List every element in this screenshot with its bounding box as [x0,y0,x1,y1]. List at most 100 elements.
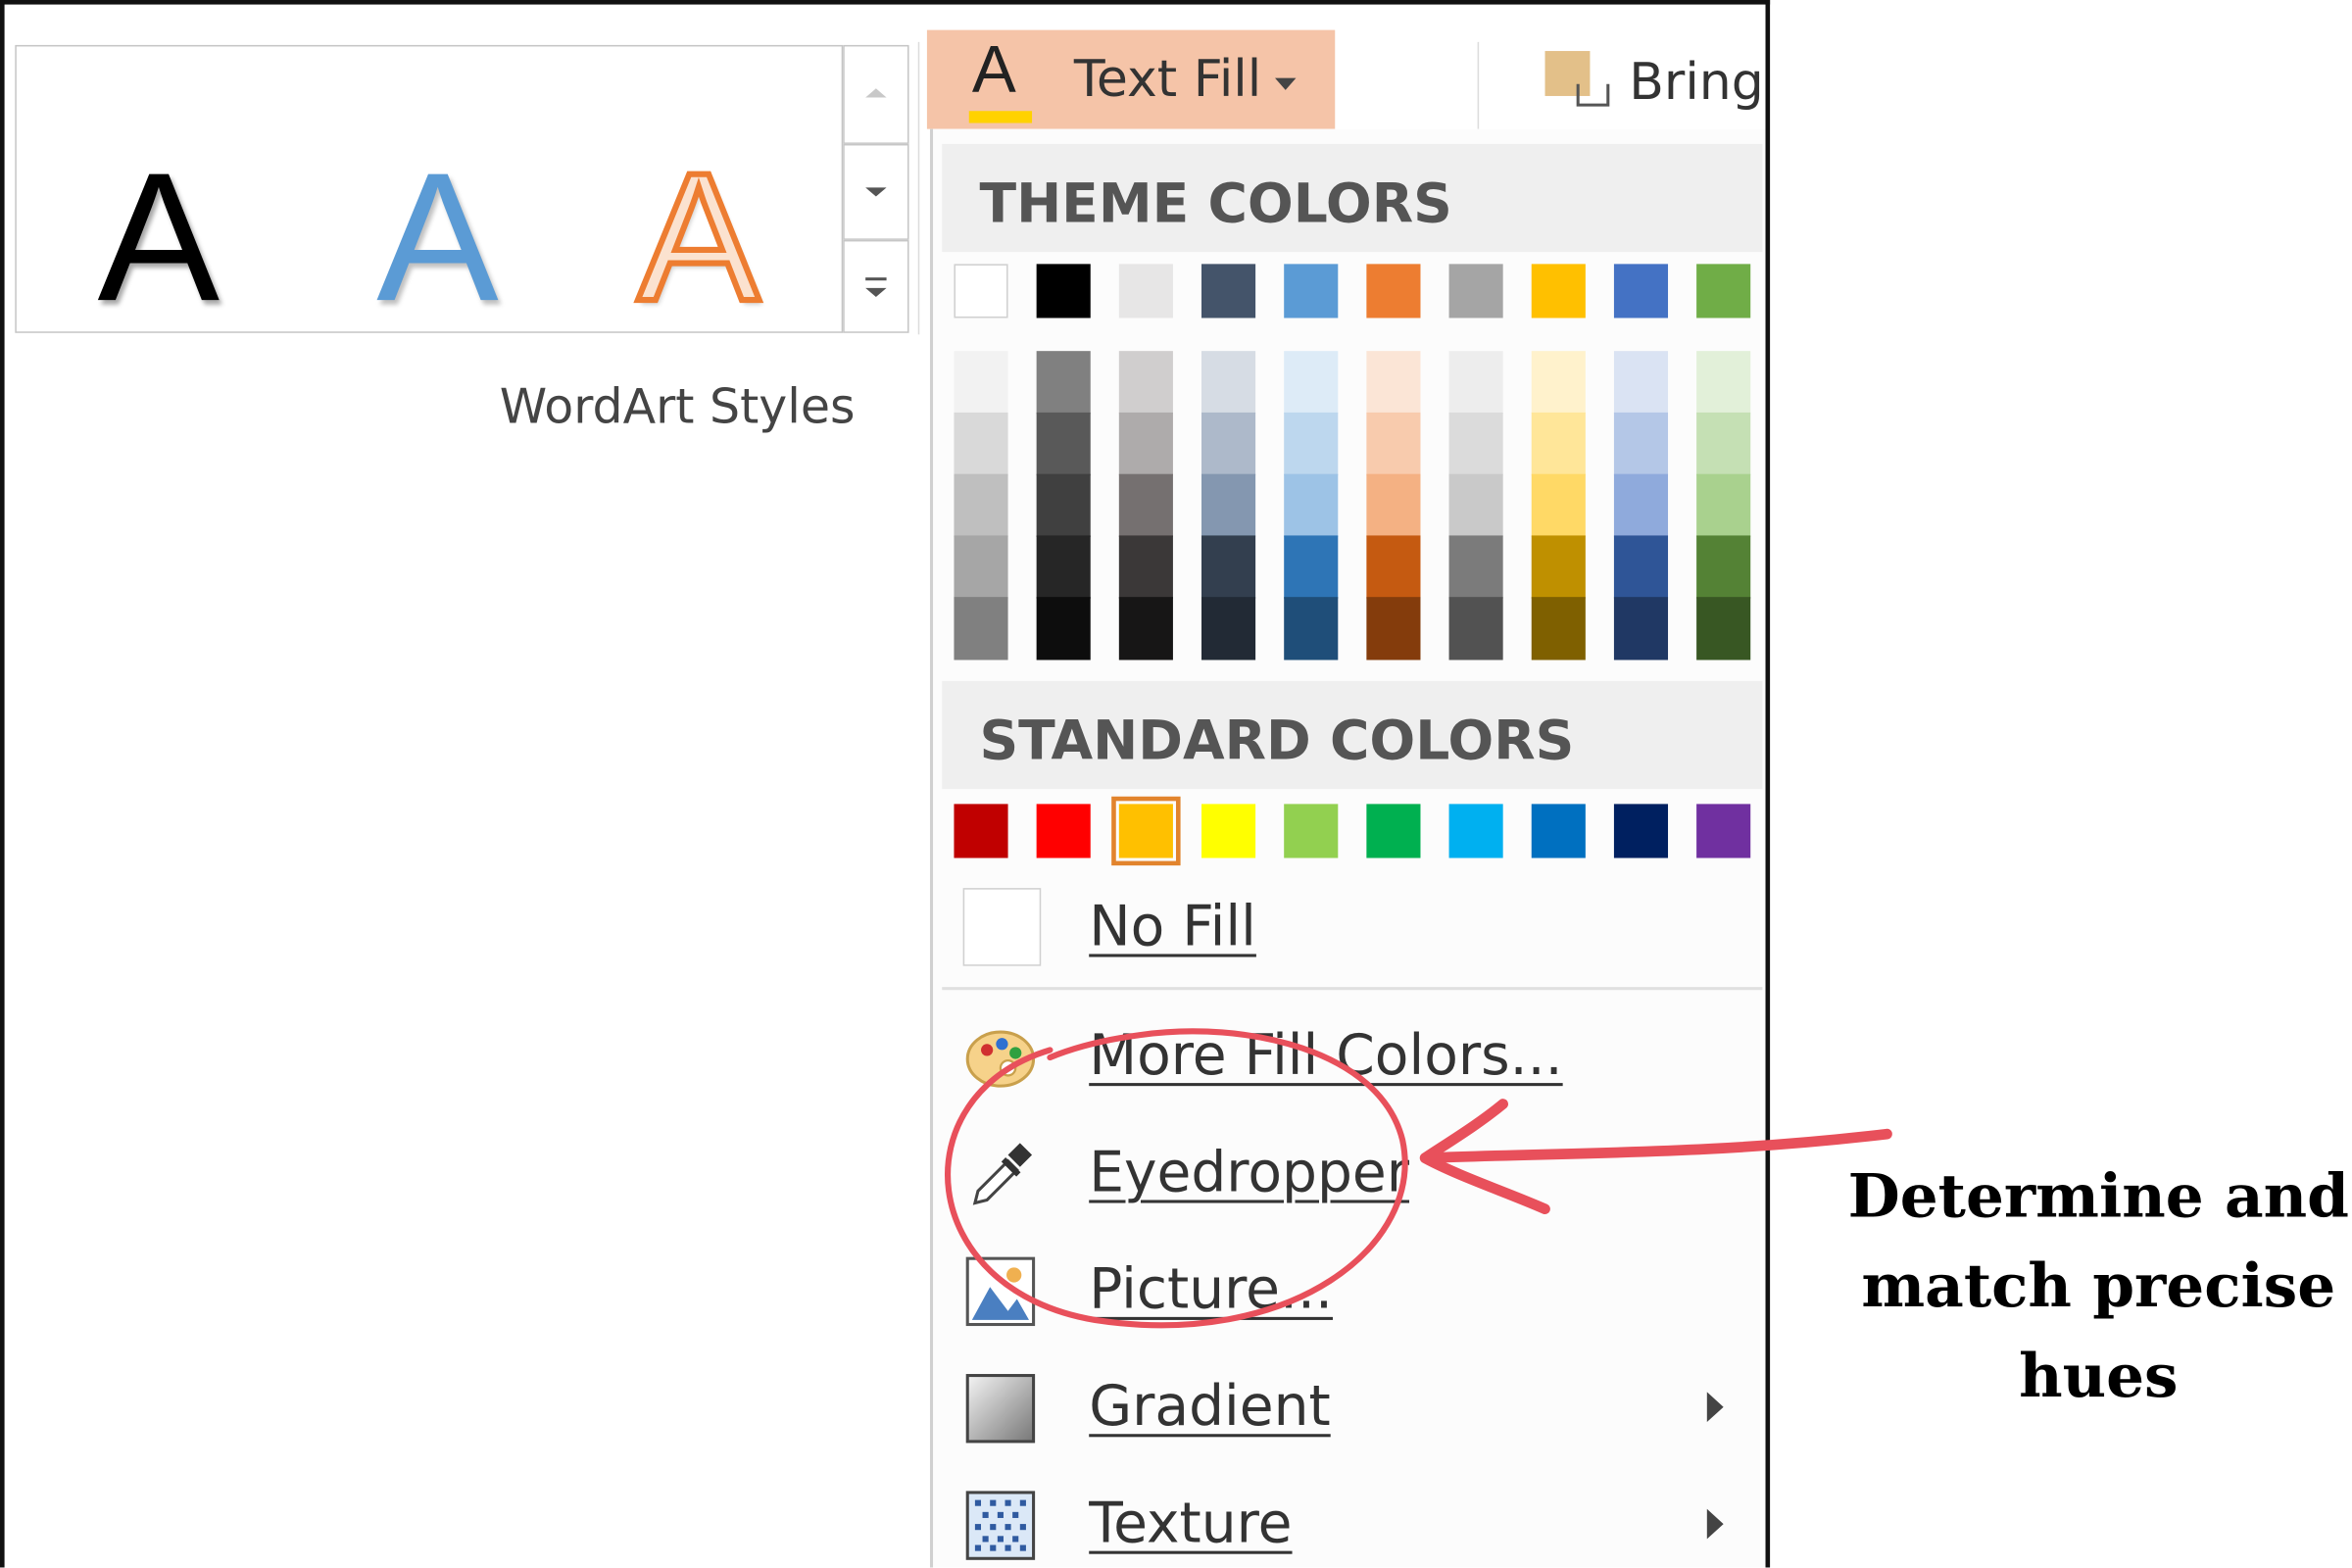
theme-shade-swatch[interactable] [1201,535,1256,599]
theme-color-swatch[interactable] [1201,264,1256,318]
texture-item[interactable]: Texture [942,1470,1762,1567]
standard-color-swatch[interactable] [954,804,1008,858]
theme-shade-swatch[interactable] [1696,351,1751,415]
wordart-gallery[interactable]: A A A [15,44,844,333]
theme-color-swatch[interactable] [1284,264,1339,318]
theme-shade-swatch[interactable] [1448,351,1503,415]
text-fill-button[interactable]: A Text Fill [926,29,1336,129]
theme-shade-swatch[interactable] [1613,535,1669,599]
theme-shade-swatch[interactable] [1201,412,1256,476]
menu-divider [942,987,1763,991]
standard-color-swatch[interactable] [1531,804,1586,858]
theme-color-swatch[interactable] [1613,264,1669,318]
theme-shade-swatch[interactable] [1118,597,1173,661]
theme-shade-swatch[interactable] [1366,412,1421,476]
theme-color-swatch[interactable] [1696,264,1751,318]
theme-shade-swatch[interactable] [1696,597,1751,661]
standard-color-swatch[interactable] [1201,804,1256,858]
theme-shade-swatch[interactable] [954,351,1008,415]
theme-shade-swatch[interactable] [1696,535,1751,599]
theme-color-swatch[interactable] [1118,264,1173,318]
theme-shade-swatch[interactable] [1531,412,1586,476]
theme-shade-swatch[interactable] [1366,351,1421,415]
theme-shade-swatch[interactable] [1448,535,1503,599]
theme-shade-swatch[interactable] [1613,412,1669,476]
no-fill-item[interactable]: No Fill [942,876,1762,984]
theme-color-swatch[interactable] [954,264,1008,318]
theme-shade-swatch[interactable] [1613,351,1669,415]
dropdown-caret-icon [1275,77,1297,90]
ribbon-divider [1477,41,1480,129]
standard-color-swatch[interactable] [1696,804,1751,858]
theme-shade-swatch[interactable] [954,412,1008,476]
theme-shade-swatch[interactable] [1118,412,1173,476]
picture-item[interactable]: Picture... [942,1236,1762,1344]
theme-shade-swatch[interactable] [1118,473,1173,537]
theme-shade-swatch[interactable] [1284,597,1339,661]
standard-color-swatch[interactable] [1111,796,1181,866]
theme-shade-swatch[interactable] [1118,535,1173,599]
theme-shade-swatch[interactable] [954,473,1008,537]
theme-shade-swatch[interactable] [1201,597,1256,661]
standard-color-swatch[interactable] [1284,804,1339,858]
theme-color-swatch[interactable] [1531,264,1586,318]
theme-shade-swatch[interactable] [1201,351,1256,415]
theme-shade-swatch[interactable] [1366,535,1421,599]
gallery-more-button[interactable] [843,239,909,333]
gradient-icon [965,1374,1036,1444]
standard-colors-header: STANDARD COLORS [942,680,1763,790]
theme-shade-swatch[interactable] [1284,535,1339,599]
theme-shade-swatch[interactable] [1036,351,1091,415]
theme-shade-swatch[interactable] [1366,597,1421,661]
wordart-style-blue[interactable]: A [376,145,499,328]
theme-shade-swatch[interactable] [1531,535,1586,599]
gallery-scroll-up-button[interactable] [843,44,909,144]
theme-shade-swatch[interactable] [1284,412,1339,476]
expand-more-icon [865,277,887,298]
theme-shade-swatch[interactable] [1284,473,1339,537]
theme-shade-swatch[interactable] [1036,412,1091,476]
theme-shade-swatch[interactable] [1696,412,1751,476]
theme-shade-swatch[interactable] [1448,597,1503,661]
submenu-arrow-icon [1706,1392,1724,1423]
picture-label: Picture... [1089,1256,1333,1322]
wordart-style-black[interactable]: A [97,145,220,328]
theme-shade-swatch[interactable] [1531,351,1586,415]
theme-color-swatch[interactable] [1366,264,1421,318]
theme-color-swatch[interactable] [1036,264,1091,318]
more-fill-colors-item[interactable]: More Fill Colors... [942,1002,1762,1109]
standard-color-swatch[interactable] [1613,804,1669,858]
theme-shade-swatch[interactable] [1118,351,1173,415]
theme-colors-header: THEME COLORS [942,143,1763,253]
palette-icon [965,1030,1036,1088]
theme-shade-swatch[interactable] [954,597,1008,661]
group-divider [917,41,920,335]
frame-border-top [0,0,1771,5]
theme-color-swatch[interactable] [1448,264,1503,318]
theme-shade-swatch[interactable] [1448,473,1503,537]
theme-shade-swatch[interactable] [1366,473,1421,537]
theme-shade-swatch[interactable] [1613,597,1669,661]
text-fill-color-bar [968,111,1033,123]
theme-shade-swatch[interactable] [1036,597,1091,661]
theme-shade-swatch[interactable] [1201,473,1256,537]
theme-shade-swatch[interactable] [1613,473,1669,537]
theme-shade-swatch[interactable] [954,535,1008,599]
theme-shade-swatch[interactable] [1531,597,1586,661]
theme-shade-swatch[interactable] [1448,412,1503,476]
standard-color-swatch[interactable] [1036,804,1091,858]
picture-icon [965,1256,1036,1327]
theme-shade-swatch[interactable] [1284,351,1339,415]
standard-color-swatch[interactable] [1448,804,1503,858]
bring-forward-button[interactable]: Bring [1500,30,1766,129]
eyedropper-item[interactable]: Eyedropper [942,1119,1762,1227]
theme-shade-swatch[interactable] [1036,473,1091,537]
gradient-item[interactable]: Gradient [942,1353,1762,1461]
standard-color-swatch[interactable] [1366,804,1421,858]
theme-shade-swatch[interactable] [1696,473,1751,537]
chevron-down-icon [865,187,887,197]
gallery-scroll-down-button[interactable] [843,143,909,240]
theme-shade-swatch[interactable] [1531,473,1586,537]
wordart-style-orange-outline[interactable]: A [634,142,762,331]
theme-shade-swatch[interactable] [1036,535,1091,599]
